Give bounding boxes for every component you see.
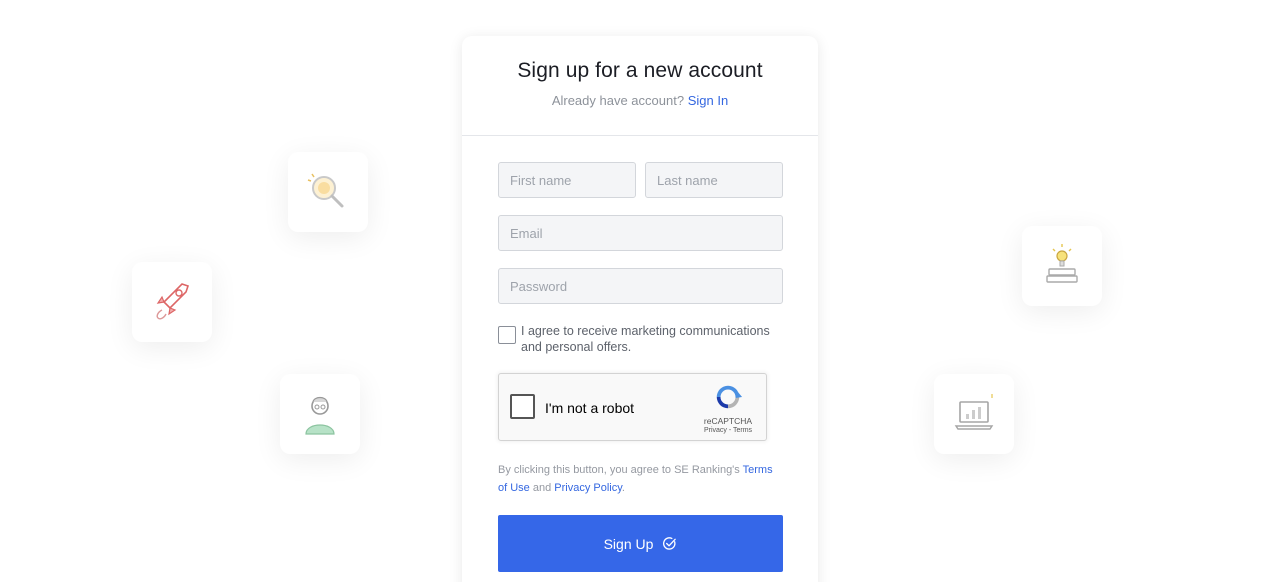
recaptcha-terms-link[interactable]: Terms bbox=[733, 427, 752, 434]
recaptcha-logo-icon bbox=[716, 385, 743, 409]
page-title: Sign up for a new account bbox=[517, 59, 763, 82]
lightbulb-books-tile bbox=[1022, 226, 1102, 306]
privacy-policy-link[interactable]: Privacy Policy bbox=[554, 482, 622, 494]
signup-form: I agree to receive marketing communicati… bbox=[462, 136, 818, 572]
first-name-input[interactable] bbox=[498, 162, 636, 198]
recaptcha-privacy-link[interactable]: Privacy bbox=[704, 427, 727, 434]
legal-notice: By clicking this button, you agree to SE… bbox=[498, 461, 783, 497]
legal-suffix: . bbox=[621, 482, 625, 494]
sign-up-button[interactable]: Sign Up bbox=[498, 515, 783, 572]
already-have-account-text: Already have account? bbox=[551, 93, 685, 108]
password-input[interactable] bbox=[498, 268, 783, 304]
signup-card: Sign up for a new account Already have a… bbox=[462, 36, 818, 582]
recaptcha-brand-text: reCAPTCHA bbox=[703, 416, 753, 426]
person-icon bbox=[305, 396, 335, 435]
marketing-consent-label: I agree to receive marketing communicati… bbox=[521, 323, 770, 355]
person-tile bbox=[280, 374, 360, 454]
recaptcha-widget: I'm not a robot reCAPTCHA Privacy - Term… bbox=[498, 373, 767, 441]
name-row bbox=[498, 162, 783, 198]
sign-up-label: Sign Up bbox=[603, 535, 654, 552]
last-name-input[interactable] bbox=[645, 162, 783, 198]
legal-prefix: By clicking this button, you agree to SE… bbox=[498, 464, 743, 476]
consent-line-2: and personal offers. bbox=[521, 340, 632, 354]
rocket-tile bbox=[132, 262, 212, 342]
recaptcha-branding: reCAPTCHA Privacy - Terms bbox=[699, 382, 757, 434]
card-header: Sign up for a new account Already have a… bbox=[462, 36, 818, 136]
signin-prompt: Already have account? Sign In bbox=[462, 93, 818, 108]
recaptcha-links: Privacy - Terms bbox=[699, 427, 757, 434]
consent-line-1: I agree to receive marketing communicati… bbox=[521, 324, 770, 338]
recaptcha-label: I'm not a robot bbox=[545, 400, 635, 416]
lightbulb-books-icon bbox=[1046, 244, 1078, 283]
marketing-consent-checkbox[interactable] bbox=[498, 326, 516, 344]
email-input[interactable] bbox=[498, 215, 783, 251]
laptop-chart-tile bbox=[934, 374, 1014, 454]
marketing-consent: I agree to receive marketing communicati… bbox=[498, 323, 783, 355]
seo-magnifier-tile bbox=[288, 152, 368, 232]
seo-magnifier-icon bbox=[307, 173, 344, 208]
recaptcha-checkbox[interactable] bbox=[510, 394, 535, 419]
check-circle-icon bbox=[663, 537, 677, 550]
legal-and: and bbox=[529, 482, 555, 494]
signin-link[interactable]: Sign In bbox=[688, 93, 728, 108]
rocket-icon bbox=[156, 283, 190, 320]
laptop-chart-icon bbox=[954, 394, 994, 430]
